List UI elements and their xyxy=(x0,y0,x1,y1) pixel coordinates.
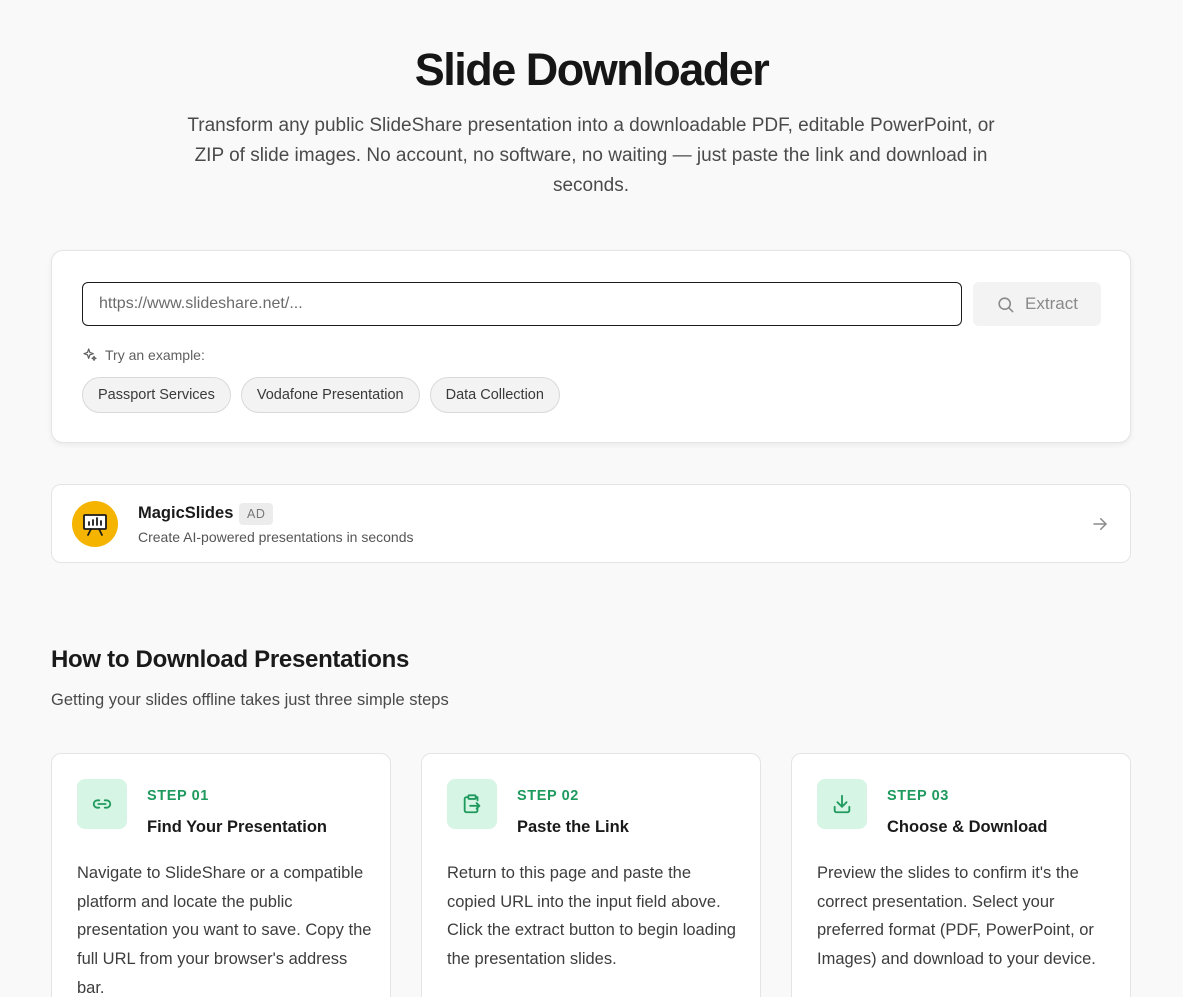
download-icon xyxy=(833,794,851,814)
extract-button[interactable]: Extract xyxy=(973,282,1101,326)
example-chip-vodafone-presentation[interactable]: Vodafone Presentation xyxy=(240,377,420,413)
ad-title: MagicSlides xyxy=(138,504,234,522)
step-title: Paste the Link xyxy=(517,818,629,836)
ad-badge: AD xyxy=(239,503,274,525)
how-to-title: How to Download Presentations xyxy=(51,646,409,673)
step-text: Return to this page and paste the copied… xyxy=(447,864,736,969)
examples-label-row: Try an example: xyxy=(82,347,205,363)
step-title: Find Your Presentation xyxy=(147,818,327,836)
step-card-3: STEP 03 Choose & Download Preview the sl… xyxy=(791,753,1131,997)
example-chip-passport-services[interactable]: Passport Services xyxy=(82,377,231,413)
example-chips: Passport Services Vodafone Presentation … xyxy=(82,377,560,413)
step-icon-box xyxy=(447,779,497,829)
link-icon xyxy=(92,799,112,809)
search-icon xyxy=(998,296,1014,312)
arrow-right-icon[interactable] xyxy=(1091,515,1109,533)
step-number: STEP 02 xyxy=(517,788,579,804)
extract-button-label: Extract xyxy=(1025,294,1078,313)
step-number: STEP 03 xyxy=(887,788,949,804)
ad-logo xyxy=(72,501,118,547)
step-text: Preview the slides to confirm it's the c… xyxy=(817,864,1096,969)
how-to-subtitle: Getting your slides offline takes just t… xyxy=(51,691,449,709)
step-card-1: STEP 01 Find Your Presentation Navigate … xyxy=(51,753,391,997)
page-title: Slide Downloader xyxy=(414,44,770,95)
presentation-chart-icon xyxy=(83,514,107,536)
step-title: Choose & Download xyxy=(887,818,1048,836)
examples-label: Try an example: xyxy=(105,347,205,363)
url-input[interactable] xyxy=(82,282,962,326)
page: Slide Downloader Transform any public Sl… xyxy=(0,0,1183,997)
page-subtitle: Transform any public SlideShare presenta… xyxy=(187,115,995,196)
extract-card: Extract Try an example: Passport Service… xyxy=(51,250,1131,443)
step-icon-box xyxy=(77,779,127,829)
example-chip-data-collection[interactable]: Data Collection xyxy=(429,377,560,413)
ad-description: Create AI-powered presentations in secon… xyxy=(138,529,414,545)
step-card-2: STEP 02 Paste the Link Return to this pa… xyxy=(421,753,761,997)
ad-card[interactable]: MagicSlides AD Create AI-powered present… xyxy=(51,484,1131,563)
sparkles-icon xyxy=(83,348,97,361)
clipboard-paste-icon xyxy=(463,794,481,814)
step-number: STEP 01 xyxy=(147,788,209,804)
step-text: Navigate to SlideShare or a compatible p… xyxy=(77,864,372,997)
step-icon-box xyxy=(817,779,867,829)
